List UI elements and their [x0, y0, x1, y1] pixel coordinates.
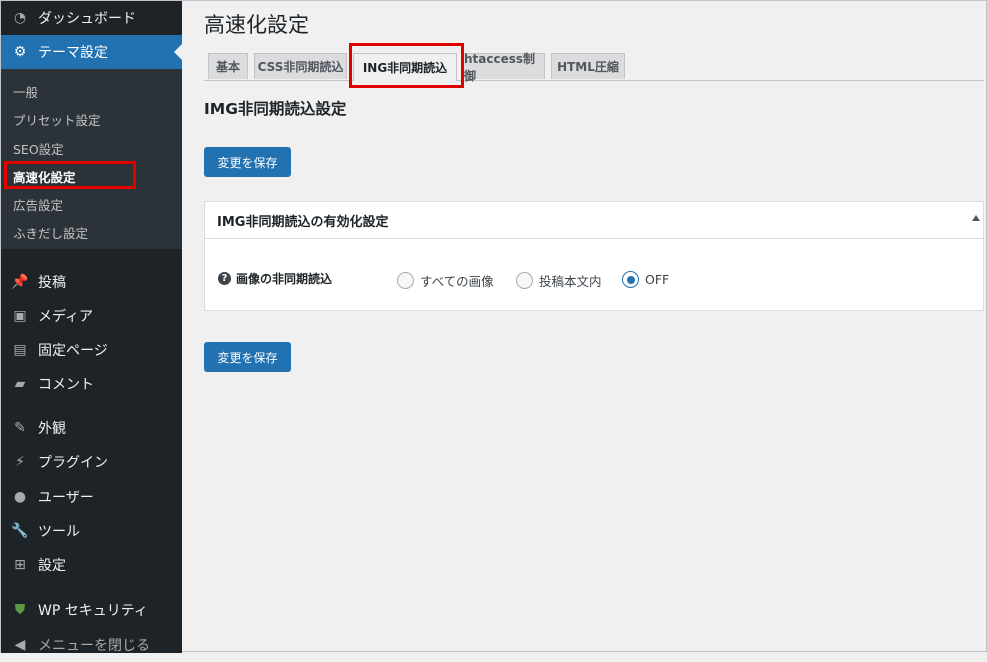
media-icon: ▣	[13, 308, 27, 324]
menu-users[interactable]: ● ユーザー	[1, 480, 182, 514]
tab-html-compress[interactable]: HTML圧縮	[551, 53, 625, 79]
menu-label: 設定	[38, 558, 66, 574]
menu-posts[interactable]: 📌 投稿	[1, 265, 182, 299]
radio-button[interactable]	[397, 272, 414, 289]
radio-label: OFF	[645, 272, 670, 287]
panel-title: IMG非同期読込の有効化設定	[217, 215, 389, 230]
menu-dashboard[interactable]: ◔ ダッシュボード	[1, 1, 182, 35]
menu-label: メディア	[38, 309, 94, 325]
menu-label: 外観	[38, 421, 66, 437]
radio-option-off[interactable]: OFF	[622, 271, 669, 288]
tab-css-async[interactable]: CSS非同期読込	[254, 53, 347, 79]
settings-panel: IMG非同期読込の有効化設定 ? 画像の非同期読込 すべての画像 投稿本文内 O…	[204, 201, 984, 311]
menu-label: 固定ページ	[38, 343, 108, 359]
menu-label: コメント	[38, 377, 94, 393]
submenu-item-ads[interactable]: 広告設定	[13, 195, 63, 214]
settings-icon: ⊞	[14, 557, 26, 573]
menu-label: プラグイン	[38, 455, 108, 471]
menu-plugins[interactable]: ⚡ プラグイン	[1, 445, 182, 479]
save-button-top[interactable]: 変更を保存	[204, 147, 291, 177]
menu-media[interactable]: ▣ メディア	[1, 299, 182, 333]
menu-label: ダッシュボード	[38, 11, 136, 27]
menu-theme-settings[interactable]: ⚙ テーマ設定	[1, 35, 182, 69]
field-label-text: 画像の非同期読込	[236, 272, 333, 286]
radio-label: すべての画像	[420, 274, 494, 289]
menu-appearance[interactable]: ✎ 外観	[1, 411, 182, 445]
theme-submenu: 一般 プリセット設定 SEO設定 高速化設定 広告設定 ふきだし設定	[1, 69, 182, 249]
section-title: IMG非同期読込設定	[204, 100, 347, 118]
tab-img-async[interactable]: ING非同期読込	[353, 53, 457, 81]
menu-label: ツール	[38, 524, 80, 540]
settings-tabs: 基本 CSS非同期読込 ING非同期読込 htaccess制御 HTML圧縮	[204, 52, 984, 83]
admin-sidebar: ◔ ダッシュボード ⚙ テーマ設定 一般 プリセット設定 SEO設定 高速化設定…	[1, 1, 182, 654]
appearance-icon: ✎	[14, 420, 26, 436]
user-icon: ●	[13, 489, 27, 505]
gear-icon: ⚙	[13, 44, 27, 60]
pin-icon: 📌	[11, 274, 29, 290]
page-title: 高速化設定	[204, 13, 309, 37]
radio-button[interactable]	[516, 272, 533, 289]
dashboard-icon: ◔	[13, 10, 27, 26]
collapse-menu-button[interactable]: ◀ メニューを閉じる	[1, 628, 182, 662]
save-button-bottom[interactable]: 変更を保存	[204, 342, 291, 372]
menu-label: WP セキュリティ	[38, 603, 148, 619]
menu-label: メニューを閉じる	[38, 638, 150, 654]
collapse-arrow-icon[interactable]	[972, 215, 980, 221]
menu-tools[interactable]: 🔧 ツール	[1, 514, 182, 548]
menu-wp-security[interactable]: ⛊ WP セキュリティ	[1, 593, 182, 627]
collapse-icon: ◀	[14, 637, 26, 653]
comment-icon: ▰	[14, 376, 26, 392]
radio-option-post-content[interactable]: 投稿本文内	[516, 271, 602, 290]
radio-option-all-images[interactable]: すべての画像	[397, 271, 494, 290]
plugin-icon: ⚡	[15, 454, 25, 470]
menu-label: テーマ設定	[38, 45, 108, 61]
help-icon[interactable]: ?	[218, 272, 231, 285]
tab-htaccess[interactable]: htaccess制御	[463, 52, 545, 83]
menu-pages[interactable]: ▤ 固定ページ	[1, 333, 182, 367]
submenu-item-speed[interactable]: 高速化設定	[13, 167, 76, 186]
radio-button-checked[interactable]	[622, 271, 639, 288]
panel-header: IMG非同期読込の有効化設定	[205, 202, 983, 239]
tab-basic[interactable]: 基本	[208, 53, 248, 79]
submenu-item-preset[interactable]: プリセット設定	[13, 110, 101, 129]
active-indicator	[174, 44, 182, 60]
submenu-item-seo[interactable]: SEO設定	[13, 139, 64, 158]
radio-label: 投稿本文内	[539, 274, 602, 289]
submenu-item-balloon[interactable]: ふきだし設定	[13, 223, 88, 242]
menu-comments[interactable]: ▰ コメント	[1, 367, 182, 401]
menu-label: 投稿	[38, 275, 66, 291]
page-icon: ▤	[13, 342, 27, 358]
menu-settings[interactable]: ⊞ 設定	[1, 548, 182, 582]
field-label: ? 画像の非同期読込	[218, 270, 332, 287]
menu-label: ユーザー	[38, 490, 94, 506]
shield-icon: ⛊	[14, 602, 26, 618]
wrench-icon: 🔧	[11, 523, 29, 539]
submenu-item-general[interactable]: 一般	[13, 82, 38, 101]
